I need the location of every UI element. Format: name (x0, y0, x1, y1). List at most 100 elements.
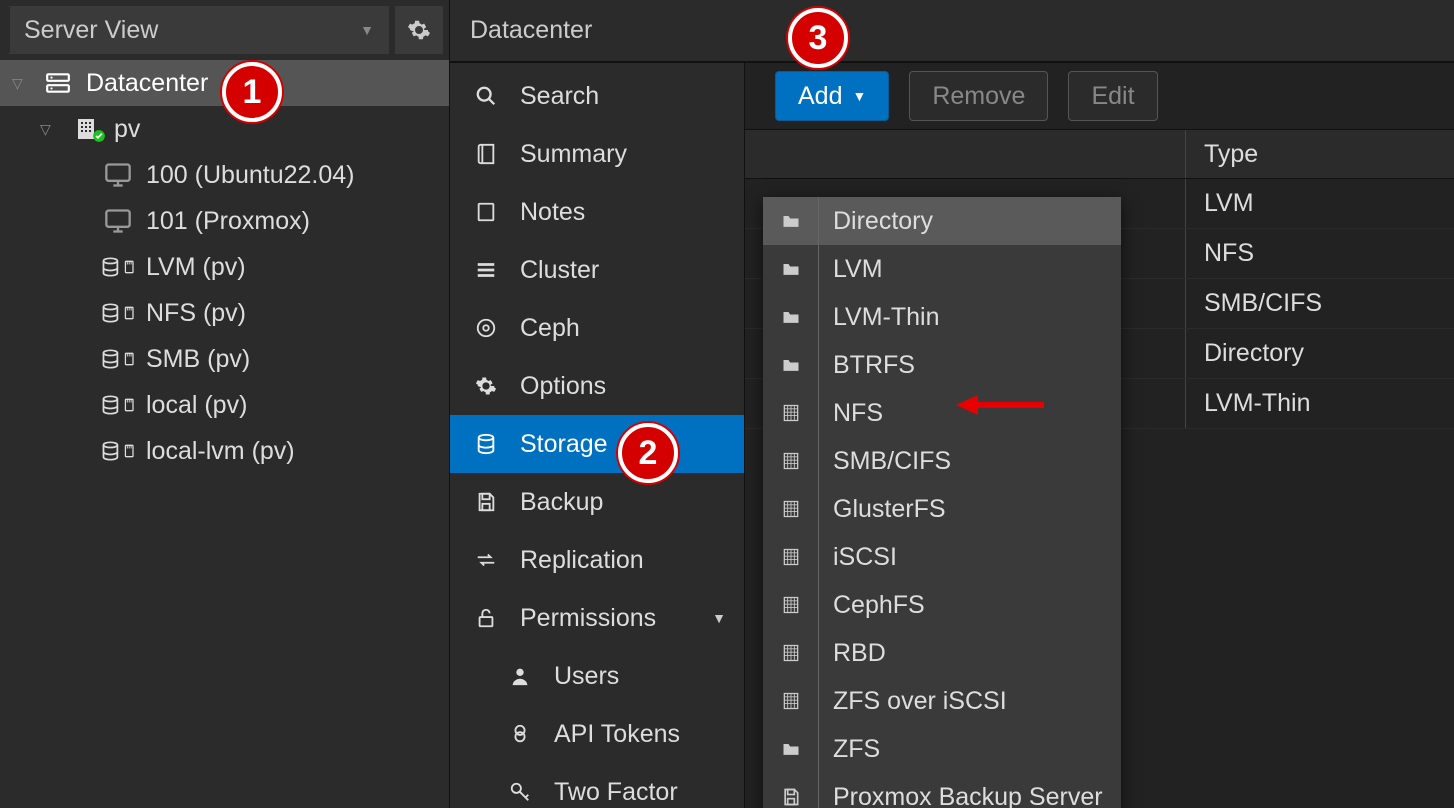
unlock-icon (472, 607, 500, 629)
cell-type: NFS (1185, 229, 1454, 278)
remove-button[interactable]: Remove (909, 71, 1048, 121)
dd-label: ZFS (819, 725, 1121, 773)
nav-options[interactable]: Options (450, 357, 744, 415)
monitor-icon (100, 207, 136, 235)
dd-btrfs[interactable]: BTRFS (763, 341, 1121, 389)
building-icon (763, 485, 819, 533)
folder-icon (763, 245, 819, 293)
chevron-down-icon: ▼ (360, 22, 374, 38)
tree-storage-locallvm[interactable]: local-lvm (pv) (0, 428, 449, 474)
dd-label: NFS (819, 389, 1121, 437)
token-icon (506, 723, 534, 745)
save-icon (472, 491, 500, 513)
settings-button[interactable] (395, 6, 443, 54)
toolbar: Add ▼ Remove Edit (745, 63, 1454, 129)
chevron-down-icon: ▼ (712, 610, 726, 626)
database-icon (100, 394, 136, 416)
add-button-label: Add (798, 82, 842, 111)
dd-lvm-thin[interactable]: LVM-Thin (763, 293, 1121, 341)
nav-label: Search (520, 82, 599, 111)
tree-storage-local[interactable]: local (pv) (0, 382, 449, 428)
nav-label: Cluster (520, 256, 599, 285)
dd-directory[interactable]: Directory (763, 197, 1121, 245)
building-icon (763, 581, 819, 629)
tree-item-label: 101 (Proxmox) (146, 207, 310, 236)
note-icon (472, 201, 500, 223)
nav-users[interactable]: Users (450, 647, 744, 705)
folder-icon (763, 293, 819, 341)
dd-cephfs[interactable]: CephFS (763, 581, 1121, 629)
nav-summary[interactable]: Summary (450, 125, 744, 183)
user-icon (506, 665, 534, 687)
tree-item-label: local (pv) (146, 391, 247, 420)
nav-replication[interactable]: Replication (450, 531, 744, 589)
dd-label: Proxmox Backup Server (819, 773, 1121, 808)
main-panel: Add ▼ Remove Edit Type LVM NFS SMB/CIFS … (745, 62, 1454, 808)
nav-storage[interactable]: Storage (450, 415, 744, 473)
nav-backup[interactable]: Backup (450, 473, 744, 531)
nav-label: Ceph (520, 314, 580, 343)
tree-item-label: LVM (pv) (146, 253, 246, 282)
tree-vm-101[interactable]: 101 (Proxmox) (0, 198, 449, 244)
building-icon (763, 533, 819, 581)
nav-api-tokens[interactable]: API Tokens (450, 705, 744, 763)
content-area: Datacenter Search Summary Notes Cluster … (450, 0, 1454, 808)
edit-button[interactable]: Edit (1068, 71, 1157, 121)
dd-proxmox-backup[interactable]: Proxmox Backup Server (763, 773, 1121, 808)
nav-label: Storage (520, 430, 608, 459)
save-icon (763, 773, 819, 808)
tree-storage-lvm[interactable]: LVM (pv) (0, 244, 449, 290)
resource-tree: ▽ Datacenter ▽ pv 100 (Ubuntu22.04) 101 … (0, 60, 449, 808)
nav-label: Backup (520, 488, 603, 517)
edit-button-label: Edit (1091, 82, 1134, 111)
nav-search[interactable]: Search (450, 67, 744, 125)
dd-label: BTRFS (819, 341, 1121, 389)
add-button[interactable]: Add ▼ (775, 71, 889, 121)
dd-lvm[interactable]: LVM (763, 245, 1121, 293)
tree-storage-nfs[interactable]: NFS (pv) (0, 290, 449, 336)
folder-icon (763, 341, 819, 389)
nav-permissions[interactable]: Permissions▼ (450, 589, 744, 647)
gear-icon (472, 375, 500, 397)
database-icon (100, 348, 136, 370)
tree-storage-smb[interactable]: SMB (pv) (0, 336, 449, 382)
nav-cluster[interactable]: Cluster (450, 241, 744, 299)
replication-icon (472, 549, 500, 571)
tree-datacenter[interactable]: ▽ Datacenter (0, 60, 449, 106)
chevron-down-icon: ▼ (852, 88, 866, 104)
dd-label: SMB/CIFS (819, 437, 1121, 485)
database-icon (100, 302, 136, 324)
dd-label: LVM (819, 245, 1121, 293)
tree-item-label: NFS (pv) (146, 299, 246, 328)
add-storage-dropdown: Directory LVM LVM-Thin BTRFS NFS SMB/CIF… (763, 197, 1121, 808)
dd-zfs-over-iscsi[interactable]: ZFS over iSCSI (763, 677, 1121, 725)
view-selector[interactable]: Server View ▼ (6, 6, 389, 54)
remove-button-label: Remove (932, 82, 1025, 111)
cell-type: Directory (1185, 329, 1454, 378)
col-type-header[interactable]: Type (1185, 130, 1454, 178)
dd-zfs[interactable]: ZFS (763, 725, 1121, 773)
dd-label: LVM-Thin (819, 293, 1121, 341)
nav-label: Notes (520, 198, 585, 227)
dd-iscsi[interactable]: iSCSI (763, 533, 1121, 581)
dd-rbd[interactable]: RBD (763, 629, 1121, 677)
dd-glusterfs[interactable]: GlusterFS (763, 485, 1121, 533)
nav-label: Options (520, 372, 606, 401)
table-header: Type (745, 129, 1454, 179)
tree-vm-100[interactable]: 100 (Ubuntu22.04) (0, 152, 449, 198)
sidebar: Server View ▼ ▽ Datacenter ▽ pv 100 (Ubu… (0, 0, 450, 808)
database-icon (100, 440, 136, 462)
nav-label: Replication (520, 546, 644, 575)
monitor-icon (100, 161, 136, 189)
nav-ceph[interactable]: Ceph (450, 299, 744, 357)
nav-two-factor[interactable]: Two Factor (450, 763, 744, 808)
tree-node-pv[interactable]: ▽ pv (0, 106, 449, 152)
dd-smb-cifs[interactable]: SMB/CIFS (763, 437, 1121, 485)
content-nav: Search Summary Notes Cluster Ceph Option… (450, 62, 745, 808)
building-icon (763, 389, 819, 437)
nav-notes[interactable]: Notes (450, 183, 744, 241)
dd-nfs[interactable]: NFS (763, 389, 1121, 437)
dd-label: iSCSI (819, 533, 1121, 581)
cell-type: LVM (1185, 179, 1454, 228)
node-icon (68, 117, 104, 141)
